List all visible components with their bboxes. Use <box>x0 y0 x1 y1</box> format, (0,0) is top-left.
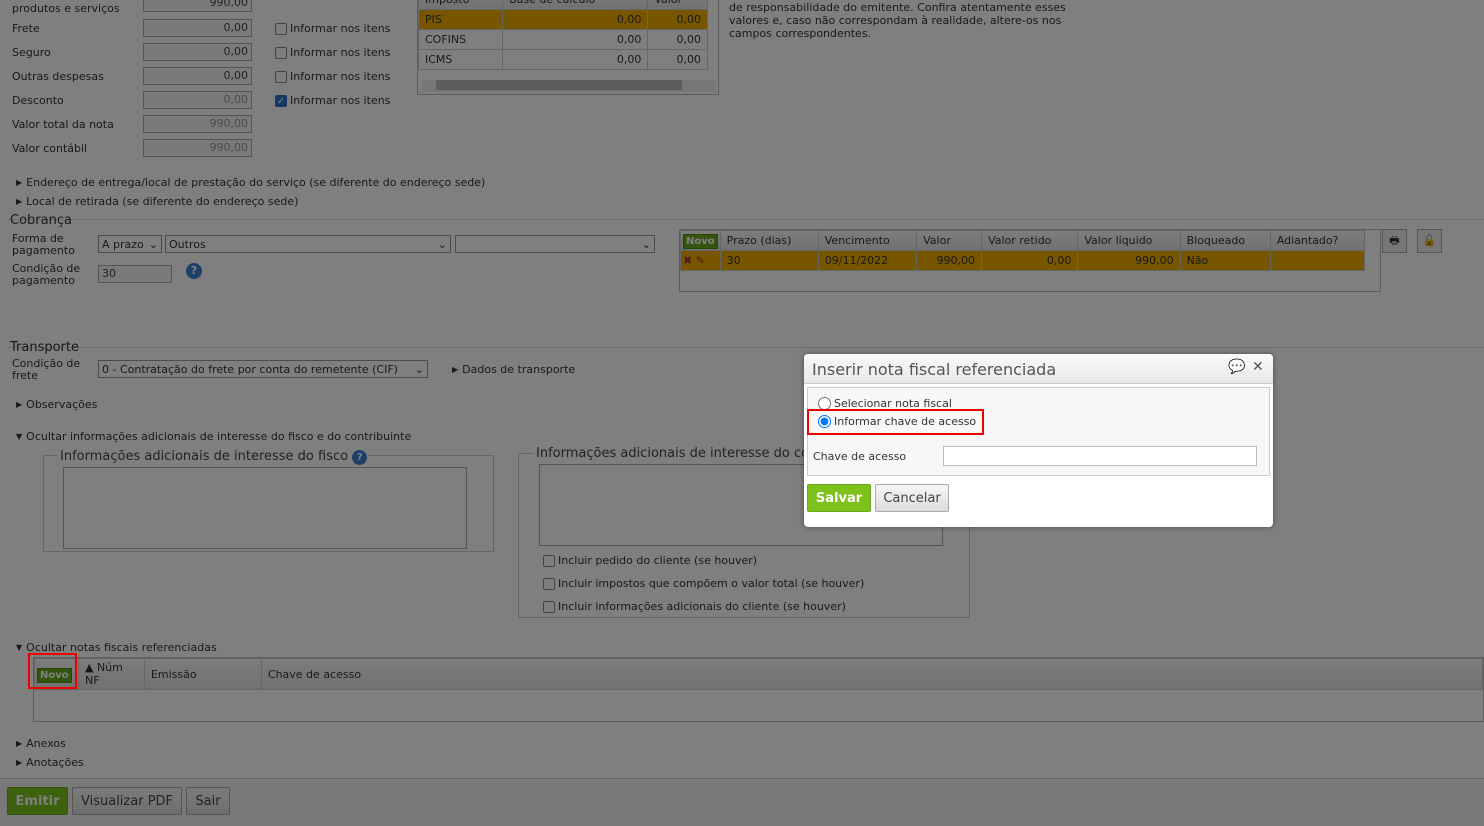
highlight-radio <box>807 409 984 435</box>
dialog-title: Inserir nota fiscal referenciada <box>812 360 1057 379</box>
close-icon[interactable]: ✕ <box>1252 359 1264 375</box>
cancelar-button[interactable]: Cancelar <box>875 484 949 512</box>
dialog-inserir-nota: Inserir nota fiscal referenciada 💬 ✕ Sel… <box>804 354 1273 527</box>
chave-label: Chave de acesso <box>813 450 907 463</box>
highlight-novo <box>28 653 77 689</box>
chave-input[interactable] <box>943 446 1257 466</box>
salvar-button[interactable]: Salvar <box>807 484 871 512</box>
speech-bubble-icon[interactable]: 💬 <box>1228 359 1245 375</box>
